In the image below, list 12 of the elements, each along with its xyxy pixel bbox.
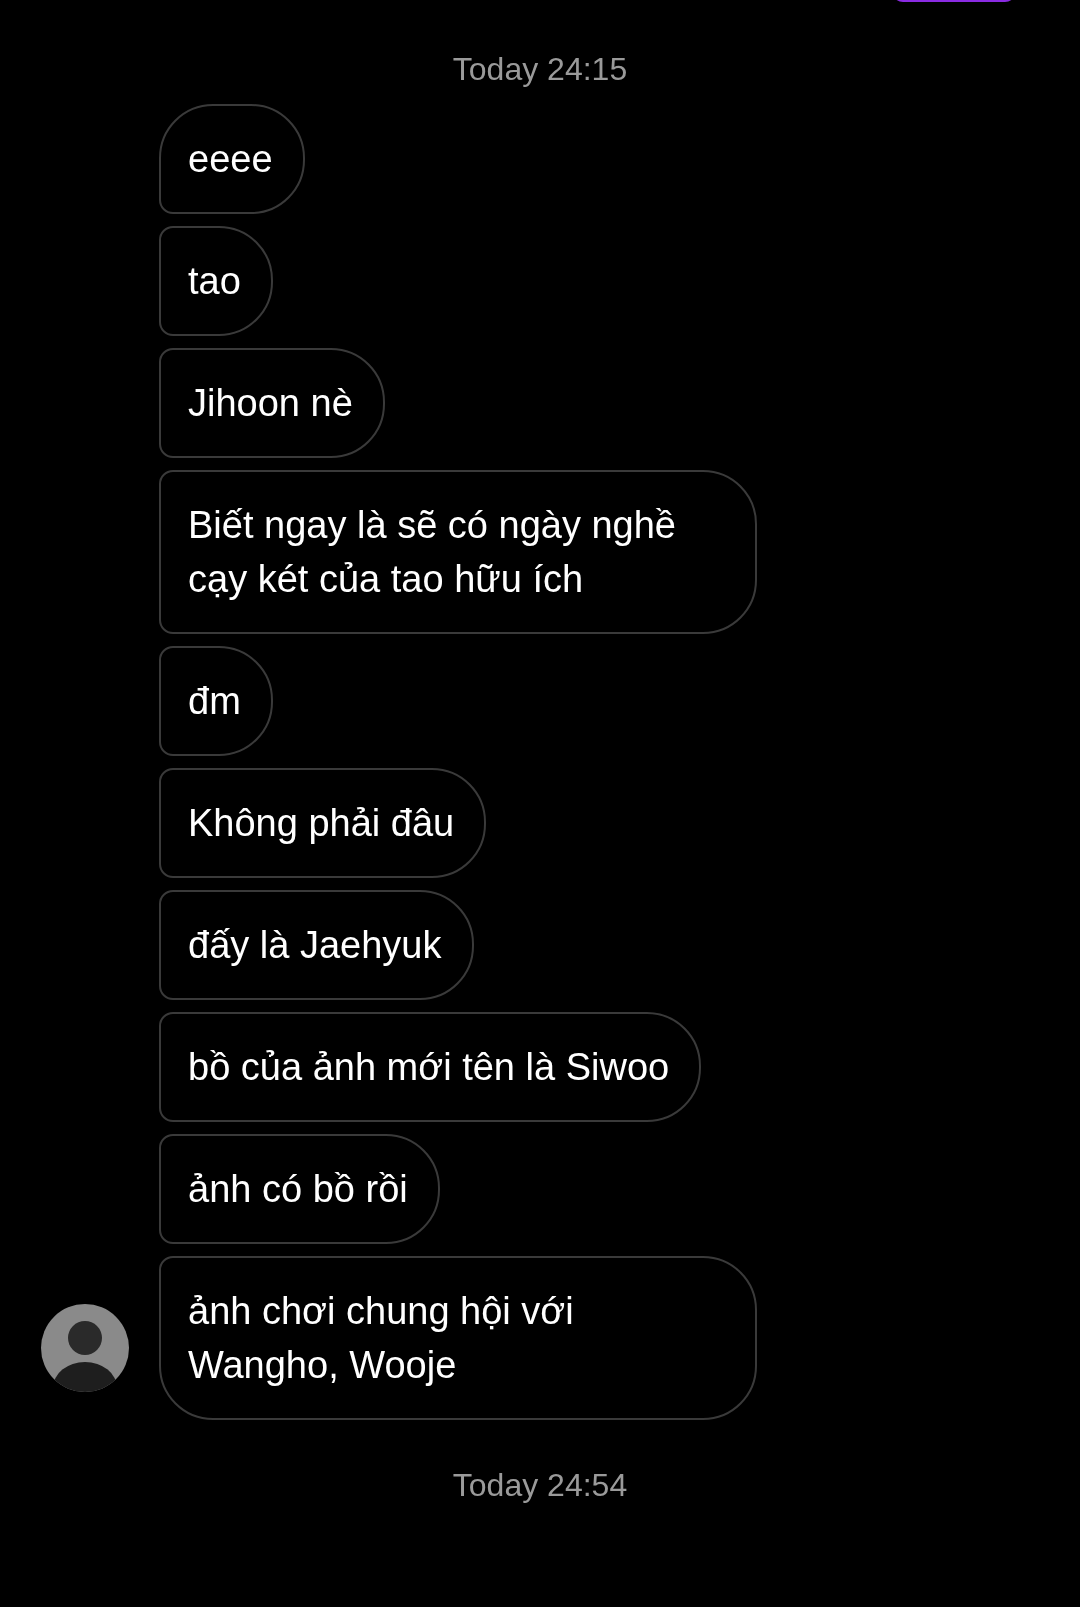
message-bubble: đm [159, 646, 273, 756]
message-bubble: Biết ngay là sẽ có ngày nghề cạy két của tao hữu ích [159, 470, 757, 634]
message-bubble: bồ của ảnh mới tên là Siwoo [159, 1012, 702, 1122]
message-bubble: Không phải đâu [159, 768, 487, 878]
message-bubble: Jihoon nè [159, 348, 385, 458]
message-bubble: ảnh có bồ rồi [159, 1134, 440, 1244]
timestamp: Today 24:54 [451, 1466, 629, 1504]
message-bubble: eeee [159, 104, 305, 214]
message-bubble: tao [159, 226, 273, 336]
message-bubble: đấy là Jaehyuk [159, 890, 474, 1000]
message-bubble: ảnh chơi chung hội với Wangho, Wooje [159, 1256, 757, 1420]
timestamp: Today 24:15 [451, 50, 629, 88]
